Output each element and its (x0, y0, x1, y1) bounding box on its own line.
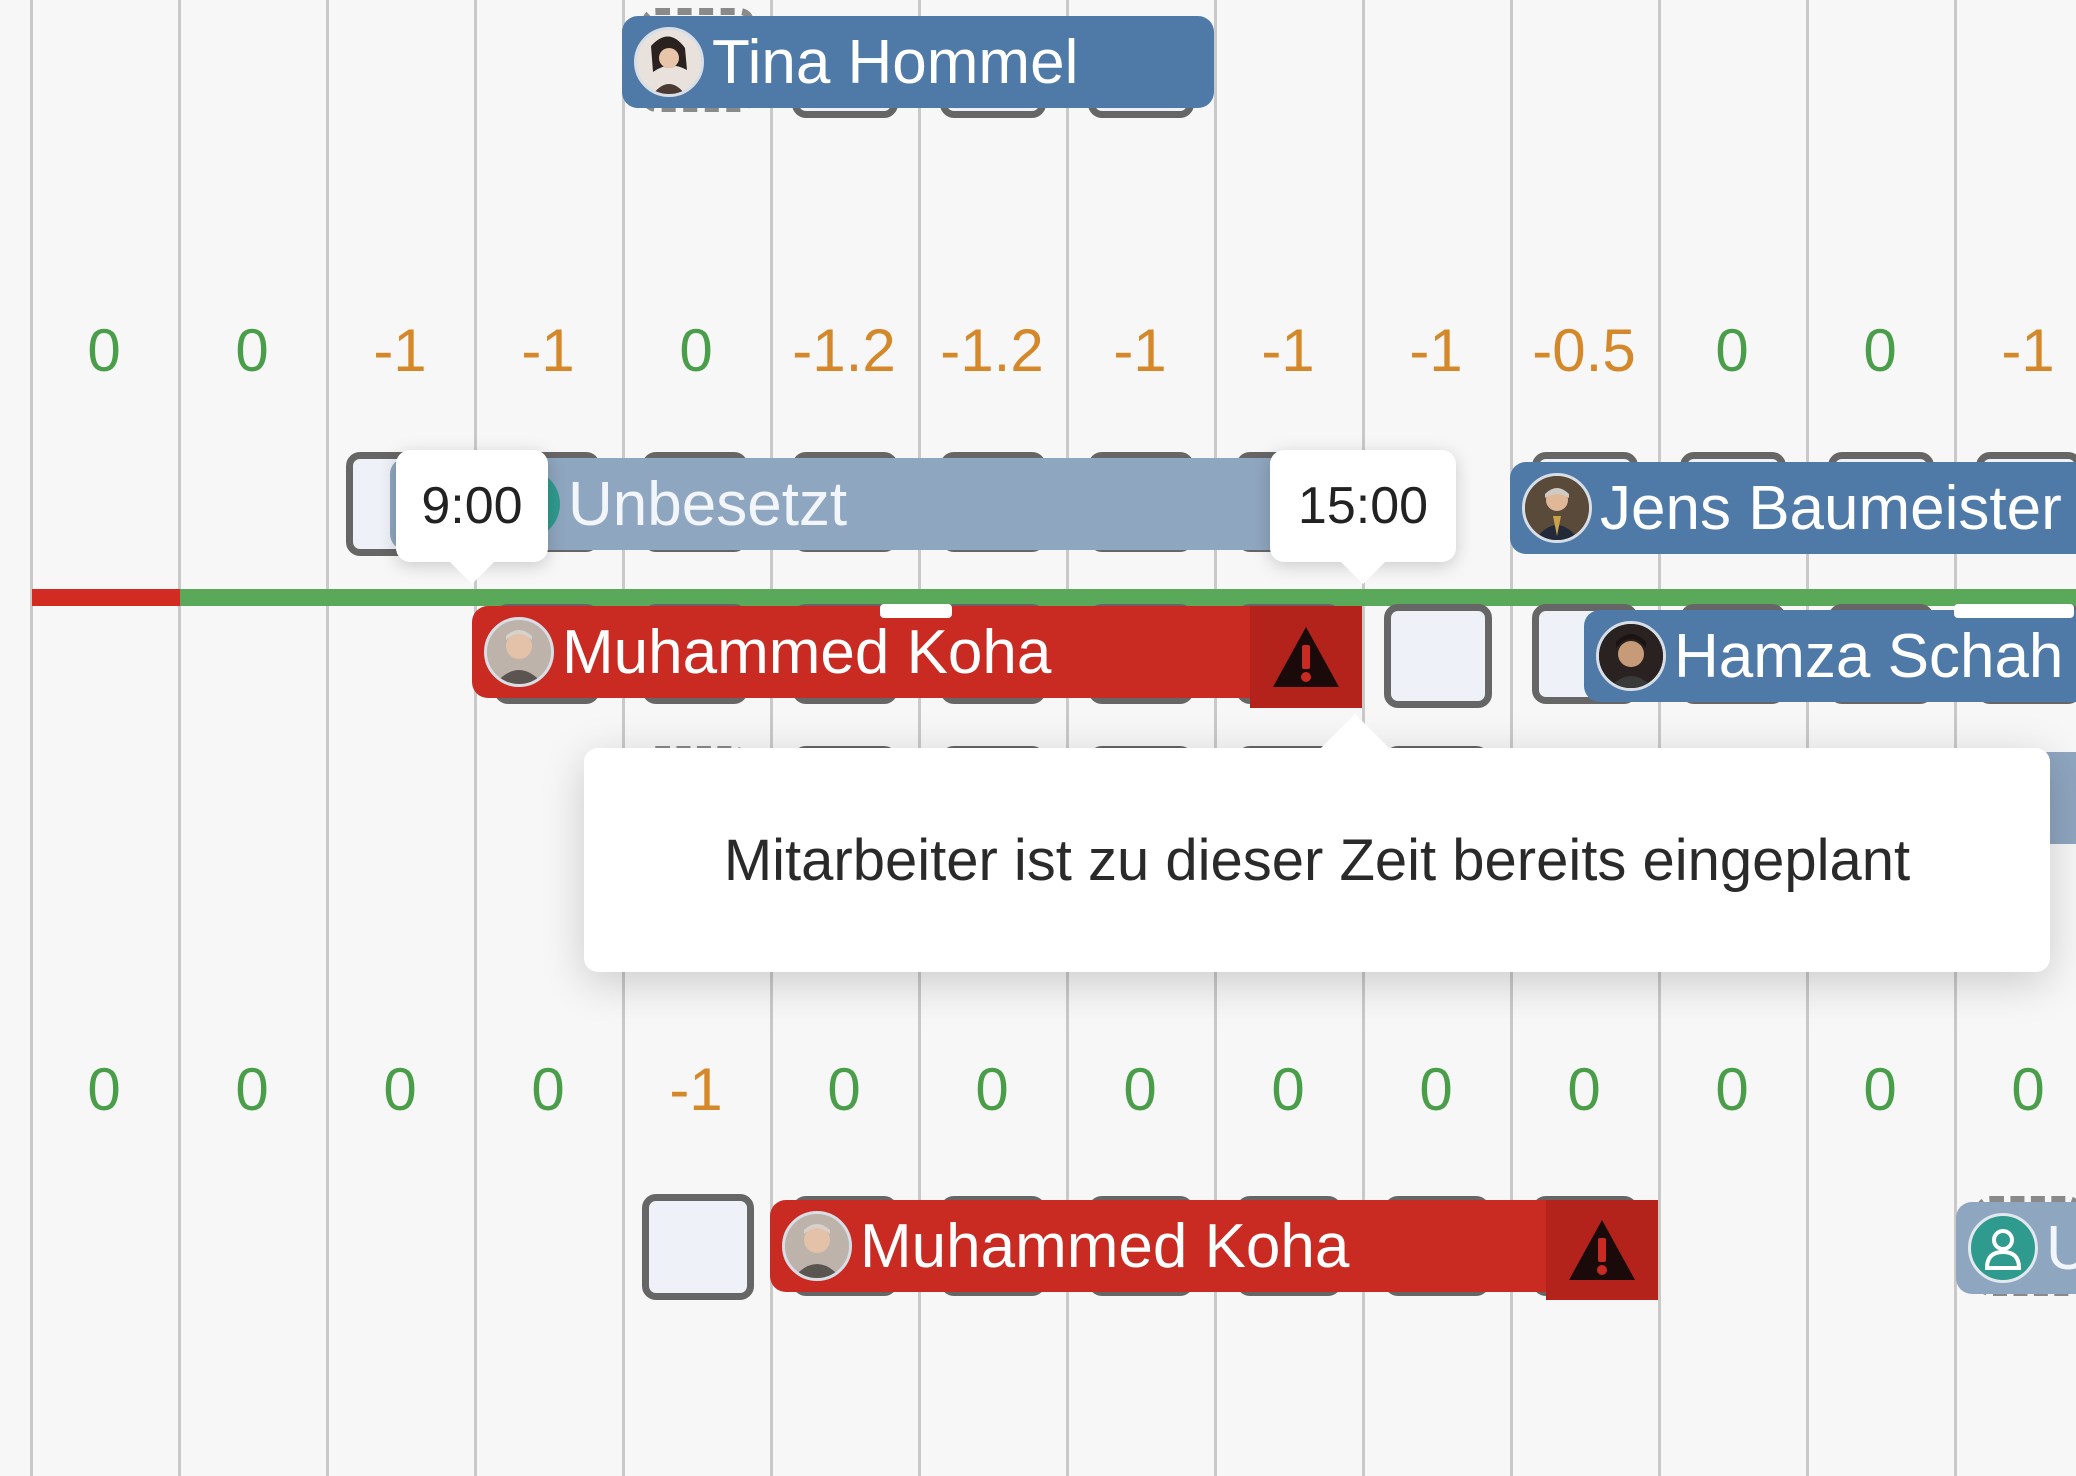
grid-line (326, 0, 329, 1476)
coverage-value: -1 (1113, 317, 1167, 384)
coverage-value: 0 (87, 1056, 121, 1123)
shift-employee-name: Tina Hommel (712, 27, 1079, 97)
coverage-value: -1 (373, 317, 427, 384)
shift-employee-name: Muhammed Koha (860, 1211, 1350, 1281)
shift-employee-name: Jens Baumeister (1600, 473, 2062, 543)
man-avatar-icon (782, 1211, 852, 1281)
shift-jens-baumeister[interactable]: Jens Baumeister (1510, 462, 2076, 554)
end-time: 15:00 (1297, 477, 1429, 535)
coverage-value: 0 (531, 1056, 565, 1123)
shift-unassigned-partial[interactable]: U (1956, 1202, 2076, 1294)
start-time: 9:00 (421, 477, 523, 535)
start-time-bubble: 9:00 (396, 450, 548, 584)
person-icon (1968, 1213, 2038, 1283)
end-time-bubble: 15:00 (1270, 450, 1456, 584)
coverage-value: -1 (2001, 317, 2055, 384)
conflict-tooltip-text: Mitarbeiter ist zu dieser Zeit bereits e… (723, 827, 1911, 893)
grid-line (30, 0, 33, 1476)
coverage-value: -1 (1409, 317, 1463, 384)
coverage-value: -0.5 (1532, 317, 1636, 384)
grid-line (1658, 0, 1661, 1476)
coverage-value: 0 (87, 317, 121, 384)
conflict-tooltip: Mitarbeiter ist zu dieser Zeit bereits e… (584, 714, 2050, 972)
slot[interactable] (642, 1194, 754, 1300)
coverage-value: 0 (1419, 1056, 1453, 1123)
man-suit-avatar-icon (1522, 473, 1592, 543)
coverage-value: 0 (383, 1056, 417, 1123)
coverage-value: 0 (235, 1056, 269, 1123)
warning-box (1250, 606, 1362, 708)
shift-muhammed-koha-conflict[interactable]: Muhammed Koha (770, 1200, 1658, 1292)
woman-avatar-icon (634, 27, 704, 97)
man-avatar-icon (1596, 621, 1666, 691)
shift-employee-name: Hamza Schah (1674, 621, 2064, 691)
drag-handle[interactable] (880, 604, 952, 618)
timeline-bar-conflict (32, 589, 180, 606)
shift-hamza-schah[interactable]: Hamza Schah (1584, 610, 2076, 702)
coverage-value: -1 (1261, 317, 1315, 384)
coverage-value: 0 (975, 1056, 1009, 1123)
shift-employee-name: Muhammed Koha (562, 617, 1052, 687)
coverage-value: 0 (1863, 1056, 1897, 1123)
coverage-value: -1.2 (940, 317, 1044, 384)
coverage-value: 0 (1271, 1056, 1305, 1123)
warning-triangle-icon (1569, 1220, 1635, 1280)
coverage-value: 0 (235, 317, 269, 384)
shift-muhammed-koha-conflict[interactable]: Muhammed Koha (472, 606, 1362, 698)
warning-box (1546, 1200, 1658, 1300)
grid-line (178, 0, 181, 1476)
coverage-value: 0 (2011, 1056, 2045, 1123)
coverage-value: -1 (521, 317, 575, 384)
grid-line (622, 0, 625, 1476)
warning-triangle-icon (1273, 627, 1339, 687)
slot[interactable] (1384, 604, 1492, 708)
coverage-value: 0 (1715, 317, 1749, 384)
drag-handle[interactable] (1954, 604, 2074, 618)
coverage-value: -1.2 (792, 317, 896, 384)
man-avatar-icon (484, 617, 554, 687)
coverage-value: 0 (827, 1056, 861, 1123)
coverage-value: 0 (1567, 1056, 1601, 1123)
coverage-value: -1 (669, 1056, 723, 1123)
coverage-value: 0 (679, 317, 713, 384)
coverage-value: 0 (1863, 317, 1897, 384)
grid-line (1806, 0, 1809, 1476)
coverage-value: 0 (1715, 1056, 1749, 1123)
unassigned-label: Unbesetzt (568, 469, 848, 539)
partial-label: U (2046, 1213, 2076, 1283)
shift-tina-hommel[interactable]: Tina Hommel (622, 16, 1214, 108)
coverage-value: 0 (1123, 1056, 1157, 1123)
grid-line (474, 0, 477, 1476)
